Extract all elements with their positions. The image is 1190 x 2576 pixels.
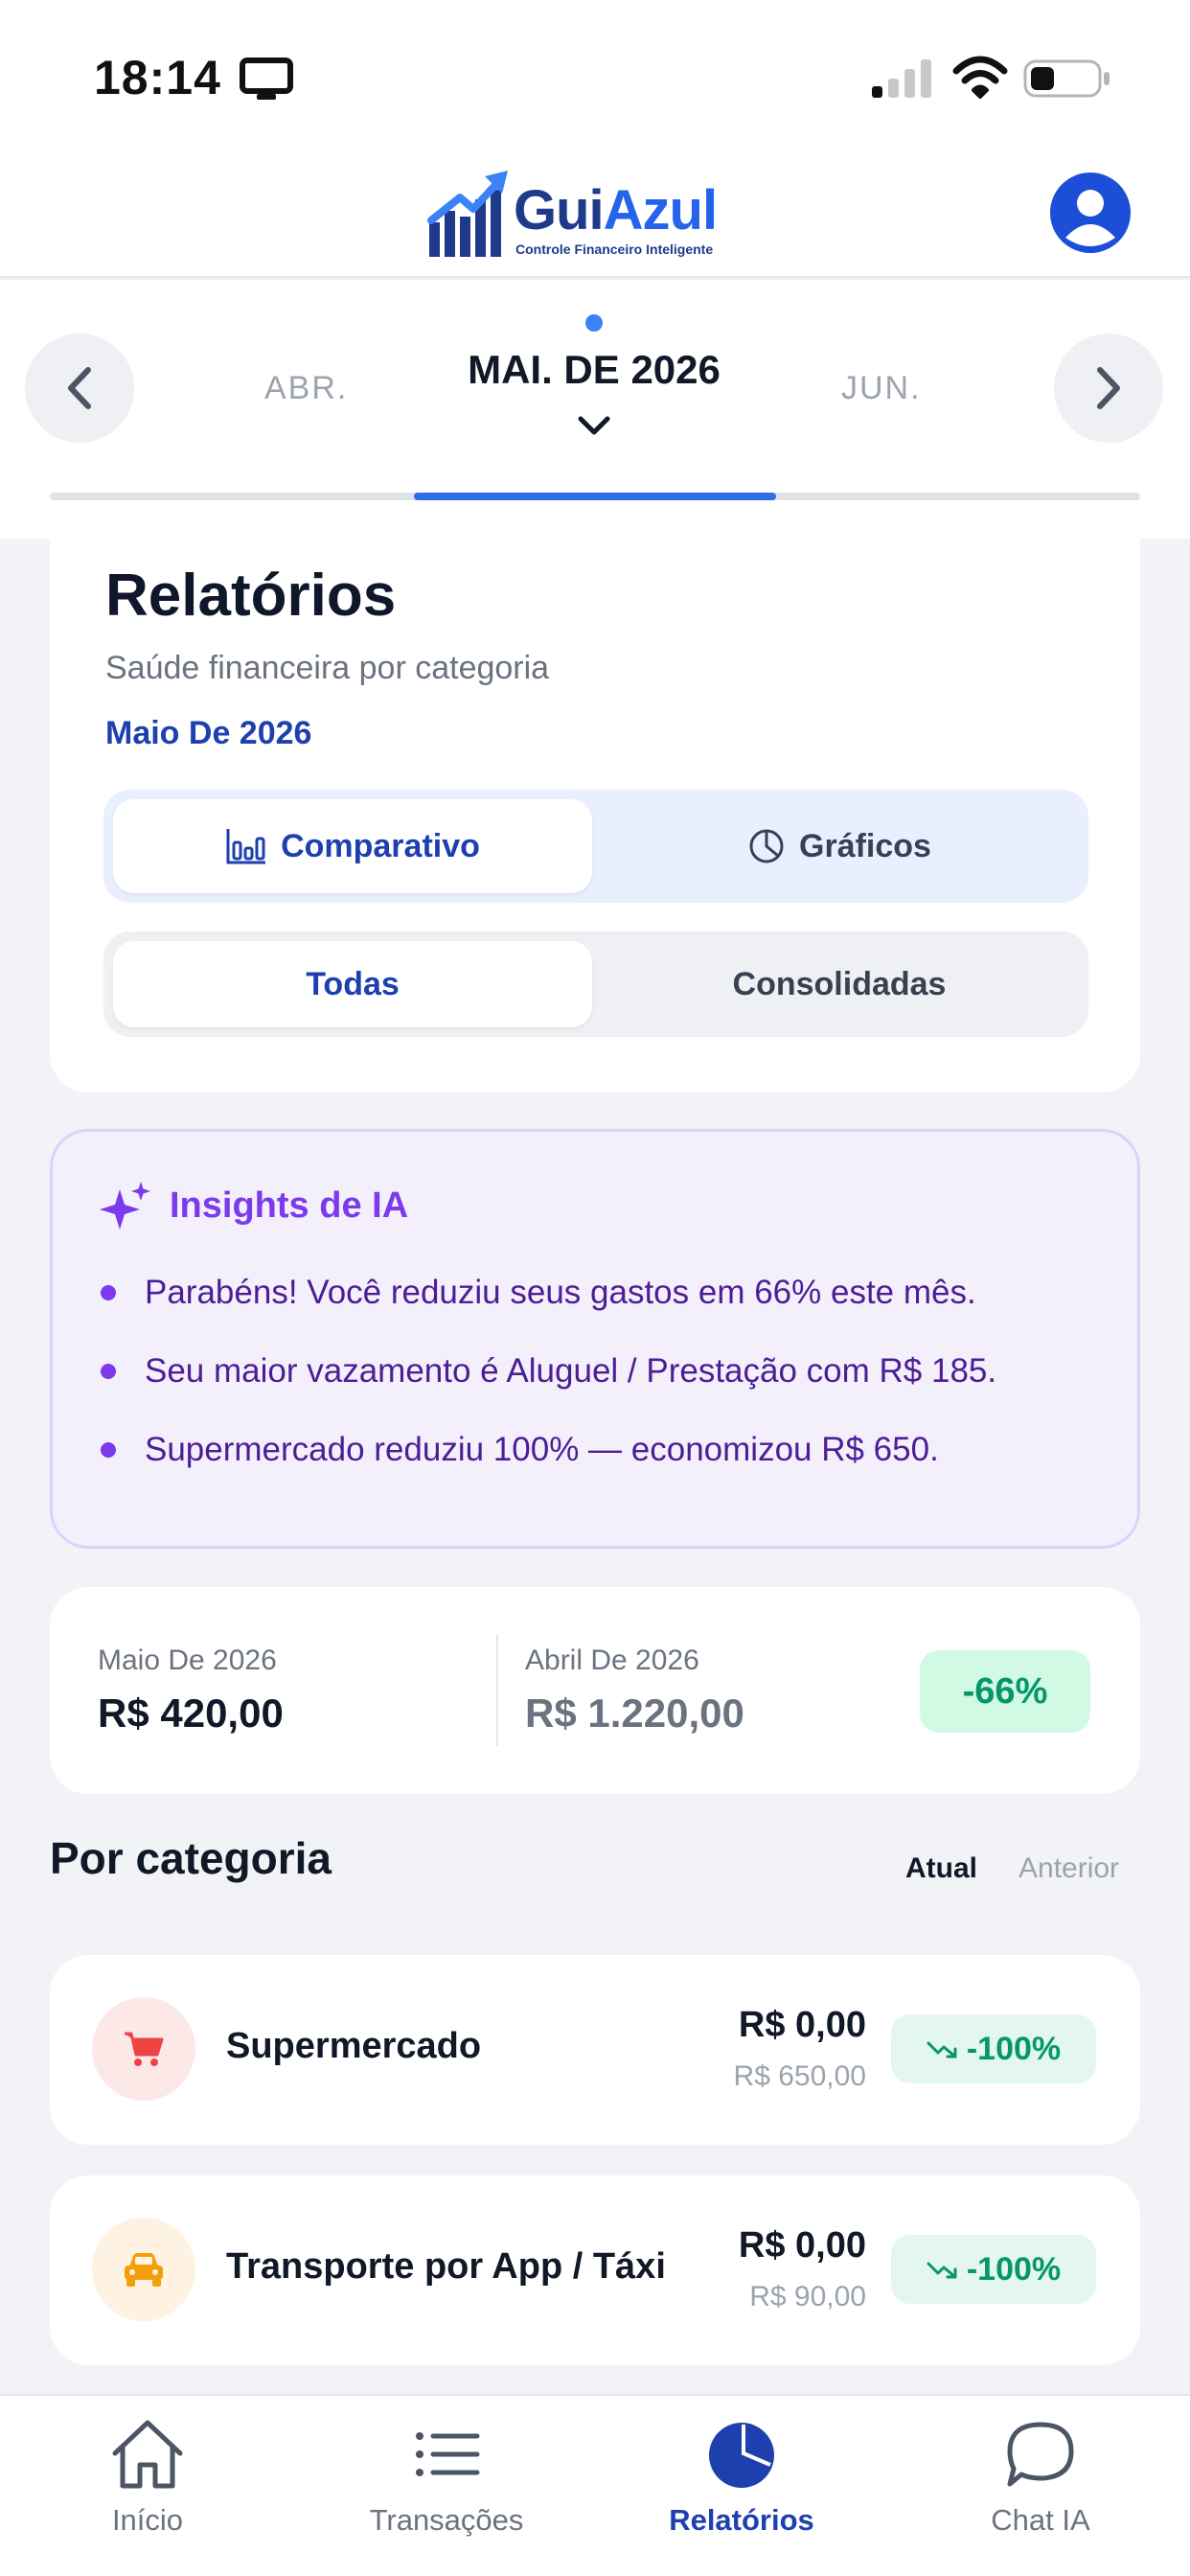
category-change-badge: -100%	[891, 2014, 1096, 2083]
page-subtitle: Saúde financeira por categoria	[105, 650, 550, 686]
category-name: Supermercado	[226, 2026, 482, 2066]
category-previous-value: R$ 650,00	[733, 2060, 866, 2092]
tab-relatorios[interactable]: Relatórios	[617, 2417, 866, 2561]
tab-graficos-label: Gráficos	[799, 827, 931, 864]
filter-consolidadas[interactable]: Consolidadas	[600, 941, 1079, 1027]
screen-mirroring-icon	[240, 58, 293, 100]
tab-label: Início	[111, 2503, 184, 2537]
cellular-signal-icon	[872, 59, 931, 98]
section-title: Por categoria	[50, 1833, 332, 1883]
user-avatar-button[interactable]	[1050, 172, 1131, 253]
report-period: Maio De 2026	[105, 715, 312, 751]
insight-text: Supermercado reduziu 100% — economizou R…	[145, 1431, 939, 1468]
page-title: Relatórios	[105, 563, 397, 629]
category-change-value: -100%	[966, 2250, 1062, 2288]
previous-month-button[interactable]	[25, 334, 134, 443]
wifi-icon	[952, 56, 1008, 99]
current-month-total: R$ 420,00	[98, 1690, 284, 1736]
bar-chart-icon	[226, 829, 266, 864]
pie-chart-icon	[709, 2423, 774, 2488]
chevron-down-icon[interactable]	[577, 414, 611, 437]
status-bar: 18:14	[0, 0, 1190, 144]
month-progress-fill	[414, 493, 776, 500]
tab-label: Transações	[369, 2503, 524, 2537]
brand-name: GuiAzul	[514, 179, 718, 242]
shopping-cart-icon	[125, 2032, 164, 2066]
category-row[interactable]: Transporte por App / Táxi R$ 0,00 R$ 90,…	[50, 2175, 1140, 2365]
app-header: GuiAzul Controle Financeiro Inteligente	[0, 144, 1190, 278]
sort-previous-toggle[interactable]: Anterior	[1018, 1852, 1119, 1885]
category-icon-wrap	[92, 1997, 195, 2101]
tab-graficos[interactable]: Gráficos	[600, 799, 1079, 893]
bullet	[101, 1442, 116, 1458]
tab-comparativo[interactable]: Comparativo	[113, 799, 592, 893]
chat-bubble-icon	[1007, 2422, 1074, 2487]
insight-text: Parabéns! Você reduziu seus gastos em 66…	[145, 1274, 976, 1311]
category-current-value: R$ 0,00	[738, 2005, 866, 2045]
category-icon-wrap	[92, 2218, 195, 2321]
trend-down-icon	[927, 2041, 957, 2058]
category-row[interactable]: Supermercado R$ 0,00 R$ 650,00 -100%	[50, 1955, 1140, 2145]
category-previous-value: R$ 90,00	[749, 2281, 866, 2312]
reports-card: Relatórios Saúde financeira por categori…	[50, 539, 1140, 1092]
tab-transacoes[interactable]: Transações	[322, 2417, 571, 2561]
home-icon	[112, 2420, 183, 2489]
bullet	[101, 1364, 116, 1379]
next-month-label[interactable]: JUN.	[841, 370, 922, 407]
bottom-tab-bar: Início Transações Relatórios Chat IA	[0, 2394, 1190, 2576]
insights-title: Insights de IA	[170, 1185, 409, 1226]
category-change-value: -100%	[966, 2030, 1062, 2067]
car-icon	[125, 2253, 163, 2287]
tab-inicio[interactable]: Início	[23, 2417, 272, 2561]
category-current-value: R$ 0,00	[738, 2225, 866, 2266]
category-name: Transporte por App / Táxi	[226, 2246, 666, 2287]
app-logo: GuiAzul Controle Financeiro Inteligente	[427, 165, 763, 261]
month-comparison-card: Maio De 2026 R$ 420,00 Abril De 2026 R$ …	[50, 1587, 1140, 1794]
ai-insights-card: Insights de IA Parabéns! Você reduziu se…	[50, 1129, 1140, 1549]
tab-label: Relatórios	[669, 2503, 814, 2537]
tab-comparativo-label: Comparativo	[281, 827, 480, 864]
sort-current-toggle[interactable]: Atual	[905, 1852, 977, 1885]
brand-tagline: Controle Financeiro Inteligente	[515, 242, 714, 257]
pie-chart-icon	[749, 829, 784, 863]
month-selector: ABR. MAI. DE 2026 JUN.	[0, 280, 1190, 539]
logo-growth-chart-icon	[427, 171, 508, 257]
previous-month-label: Abril De 2026	[525, 1644, 699, 1676]
chevron-left-icon	[68, 367, 91, 409]
status-time: 18:14	[94, 51, 221, 104]
tab-label: Chat IA	[991, 2503, 1090, 2537]
user-avatar-icon	[1052, 174, 1129, 251]
previous-month-label[interactable]: ABR.	[264, 370, 348, 407]
bullet	[101, 1285, 116, 1300]
current-month-label[interactable]: MAI. DE 2026	[383, 347, 805, 393]
current-month-label: Maio De 2026	[98, 1644, 277, 1676]
list-icon	[416, 2432, 480, 2476]
category-filter-toggle: Todas Consolidadas	[103, 932, 1088, 1037]
current-month-indicator	[585, 314, 603, 332]
view-mode-toggle: Comparativo Gráficos	[103, 790, 1088, 903]
insight-item: Seu maior vazamento é Aluguel / Prestaçã…	[101, 1352, 996, 1391]
filter-todas[interactable]: Todas	[113, 941, 592, 1027]
trend-down-icon	[927, 2262, 957, 2279]
previous-month-total: R$ 1.220,00	[525, 1690, 744, 1736]
chevron-right-icon	[1097, 367, 1120, 409]
divider	[496, 1635, 498, 1746]
insight-item: Supermercado reduziu 100% — economizou R…	[101, 1431, 939, 1469]
insight-item: Parabéns! Você reduziu seus gastos em 66…	[101, 1274, 976, 1312]
change-badge: -66%	[920, 1650, 1090, 1733]
next-month-button[interactable]	[1054, 334, 1163, 443]
tab-chat-ia[interactable]: Chat IA	[916, 2417, 1165, 2561]
sparkles-icon	[100, 1182, 150, 1230]
battery-icon	[1023, 59, 1110, 98]
category-change-badge: -100%	[891, 2235, 1096, 2304]
insight-text: Seu maior vazamento é Aluguel / Prestaçã…	[145, 1352, 997, 1390]
